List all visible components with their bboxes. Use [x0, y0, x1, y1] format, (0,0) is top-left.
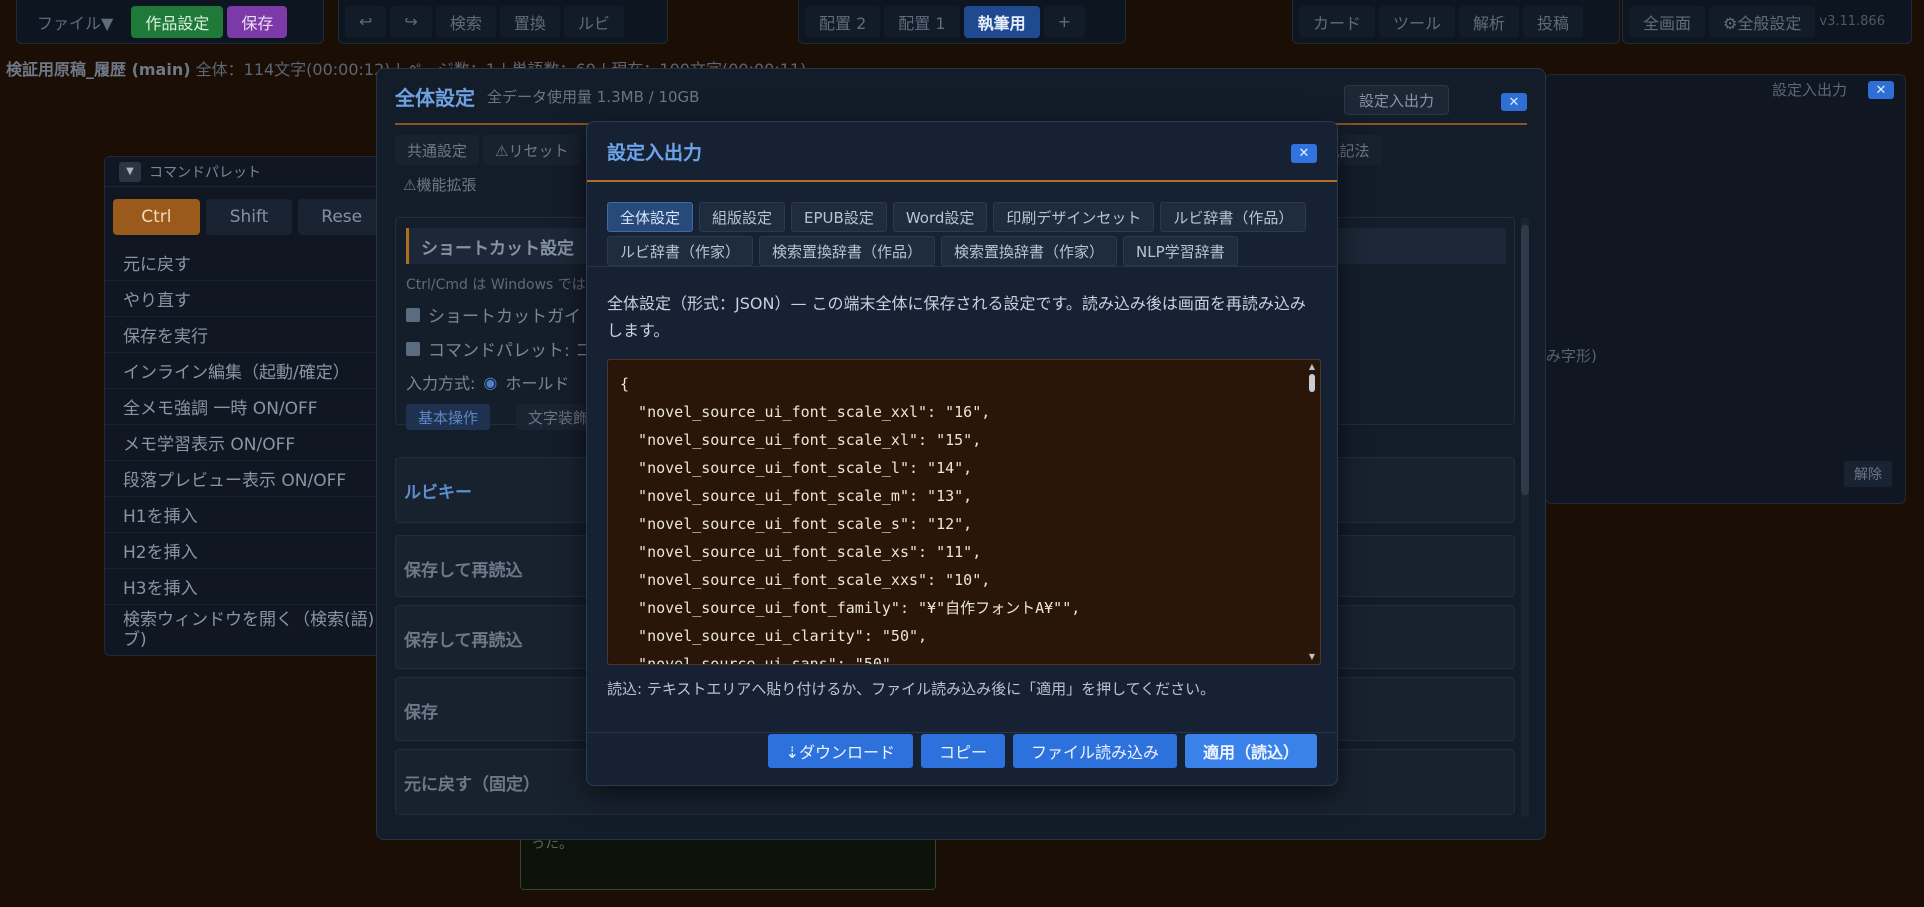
- tab-reset[interactable]: ⚠リセット: [483, 135, 581, 165]
- card-button[interactable]: カード: [1299, 5, 1376, 38]
- toolbar-global: 全画面 ⚙全般設定 v3.11.866: [1622, 0, 1912, 44]
- shortcut-note: Ctrl/Cmd は Windows では: [406, 277, 586, 293]
- tab-nlp-dict[interactable]: NLP学習辞書: [1123, 236, 1238, 266]
- undo-button[interactable]: ↩: [345, 5, 387, 38]
- add-layout-button[interactable]: +: [1043, 5, 1085, 38]
- right-background-panel: 設定入出力 ✕ み字形) 解除: [1545, 74, 1906, 504]
- settings-close-icon[interactable]: ✕: [1501, 93, 1527, 111]
- palette-item[interactable]: 検索ウィンドウを開く（検索(語)タブ): [105, 605, 393, 655]
- apply-load-button[interactable]: 適用（読込）: [1184, 734, 1317, 768]
- input-mode-row: 入力方式: ◉ ホールド: [406, 370, 569, 394]
- release-button[interactable]: 解除: [1844, 461, 1892, 487]
- replace-button[interactable]: 置換: [499, 5, 560, 38]
- basic-ops-tab[interactable]: 基本操作: [406, 404, 491, 430]
- palette-item[interactable]: H3を挿入: [105, 569, 393, 605]
- global-settings-button[interactable]: ⚙全般設定: [1709, 5, 1816, 38]
- settings-scroll-thumb[interactable]: [1521, 225, 1529, 495]
- layout-2-button[interactable]: 配置 2: [805, 5, 881, 38]
- palette-item[interactable]: H2を挿入: [105, 533, 393, 569]
- work-settings-button[interactable]: 作品設定: [131, 5, 224, 38]
- layout-1-button[interactable]: 配置 1: [884, 5, 960, 38]
- row-label: 保存して再読込: [404, 561, 523, 581]
- file-menu-button[interactable]: ファイル▼: [23, 6, 127, 38]
- scroll-up-icon[interactable]: ▲: [1307, 362, 1317, 372]
- fullscreen-button[interactable]: 全画面: [1629, 5, 1706, 38]
- post-button[interactable]: 投稿: [1523, 5, 1584, 38]
- toolbar-left: ファイル▼ 作品設定 保存: [16, 0, 324, 44]
- right-panel-snippet: み字形): [1546, 347, 1597, 365]
- palette-item[interactable]: 全メモ強調 一時 ON/OFF: [105, 389, 393, 425]
- save-button[interactable]: 保存: [227, 5, 288, 38]
- load-instructions: 読込: テキストエリアへ貼り付けるか、ファイル読み込み後に「適用」を押してくださ…: [607, 680, 1216, 698]
- checkbox-label: コマンドパレット: コ: [428, 341, 593, 361]
- divider: [587, 732, 1337, 733]
- tab-common-settings[interactable]: 共通設定: [395, 135, 480, 165]
- toolbar-layout: 配置 2 配置 1 執筆用 +: [798, 0, 1126, 44]
- palette-item[interactable]: やり直す: [105, 281, 393, 317]
- scroll-down-icon[interactable]: ▼: [1307, 652, 1317, 662]
- row-label: 保存して再読込: [404, 631, 523, 651]
- palette-item[interactable]: 保存を実行: [105, 317, 393, 353]
- tab-ruby-dict-author[interactable]: ルビ辞書（作家）: [607, 236, 754, 266]
- writing-layout-button[interactable]: 執筆用: [963, 5, 1040, 38]
- tab-replace-dict-work[interactable]: 検索置換辞書（作品）: [759, 236, 936, 266]
- row-label: 保存: [404, 703, 438, 723]
- row-label: 元に戻す（固定）: [404, 775, 540, 795]
- input-mode-label: 入力方式:: [406, 374, 476, 393]
- toolbar-right: カード ツール 解析 投稿: [1292, 0, 1620, 44]
- palette-tab-reset[interactable]: Rese: [298, 199, 386, 235]
- ruby-button[interactable]: ルビ: [563, 5, 624, 38]
- settings-title: 全体設定: [395, 85, 475, 110]
- checkbox-checked-icon: [406, 307, 420, 322]
- copy-button[interactable]: コピー: [920, 734, 1005, 768]
- version-label: v3.11.866: [1819, 14, 1885, 29]
- palette-title: コマンドパレット: [149, 164, 261, 181]
- tab-epub[interactable]: EPUB設定: [791, 202, 887, 232]
- json-textarea[interactable]: { "novel_source_ui_font_scale_xxl": "16"…: [607, 359, 1321, 665]
- search-button[interactable]: 検索: [435, 5, 496, 38]
- palette-item[interactable]: 元に戻す: [105, 245, 393, 281]
- tab-word[interactable]: Word設定: [892, 202, 988, 232]
- collapse-toggle-icon[interactable]: ▼: [119, 161, 141, 182]
- tab-ruby-dict-work[interactable]: ルビ辞書（作品）: [1160, 202, 1307, 232]
- json-scrollbar[interactable]: ▲ ▼: [1307, 362, 1317, 662]
- modal-description: 全体設定（形式：JSON）— この端末全体に保存される設定です。読み込み後は画面…: [607, 294, 1306, 340]
- data-usage: 全データ使用量 1.3MB / 10GB: [487, 87, 700, 106]
- json-text: { "novel_source_ui_font_scale_xxl": "16"…: [620, 375, 1081, 665]
- right-panel-close-icon[interactable]: ✕: [1868, 81, 1894, 99]
- checkbox-checked-icon: [406, 341, 420, 356]
- scroll-thumb[interactable]: [1309, 374, 1315, 392]
- settings-io-button[interactable]: 設定入出力: [1343, 85, 1449, 115]
- command-palette: ▼ コマンドパレット Ctrl Shift Rese 元に戻す やり直す 保存を…: [104, 156, 394, 656]
- modal-close-icon[interactable]: ✕: [1291, 144, 1317, 163]
- ruby-key-label: ルビキー: [404, 483, 472, 503]
- checkbox-label: ショートカットガイ: [428, 307, 581, 327]
- tab-print-design[interactable]: 印刷デザインセット: [993, 202, 1155, 232]
- settings-io-modal: 設定入出力 ✕ 全体設定 組版設定 EPUB設定 Word設定 印刷デザインセッ…: [586, 121, 1338, 786]
- redo-button[interactable]: ↪: [390, 5, 432, 38]
- analysis-button[interactable]: 解析: [1459, 5, 1520, 38]
- modal-title: 設定入出力: [607, 141, 703, 164]
- palette-item[interactable]: インライン編集（起動/確定）: [105, 353, 393, 389]
- palette-item[interactable]: 段落プレビュー表示 ON/OFF: [105, 461, 393, 497]
- palette-item[interactable]: メモ学習表示 ON/OFF: [105, 425, 393, 461]
- tool-button[interactable]: ツール: [1379, 5, 1456, 38]
- right-panel-io-label: 設定入出力: [1772, 81, 1848, 99]
- tab-global-settings[interactable]: 全体設定: [607, 202, 694, 232]
- palette-tab-ctrl[interactable]: Ctrl: [113, 199, 200, 235]
- file-load-button[interactable]: ファイル読み込み: [1012, 734, 1177, 768]
- radio-selected-icon[interactable]: ◉: [483, 373, 497, 392]
- palette-item[interactable]: H1を挿入: [105, 497, 393, 533]
- download-button[interactable]: ⇣ダウンロード: [767, 734, 913, 768]
- toolbar-edit: ↩ ↪ 検索 置換 ルビ: [338, 0, 668, 44]
- shortcut-guide-checkbox[interactable]: ショートカットガイ: [406, 302, 581, 327]
- tab-replace-dict-author[interactable]: 検索置換辞書（作家）: [941, 236, 1118, 266]
- document-name: 検証用原稿_履歴 (main): [6, 60, 191, 79]
- divider: [587, 266, 1337, 267]
- tab-typesetting[interactable]: 組版設定: [699, 202, 786, 232]
- command-palette-checkbox[interactable]: コマンドパレット: コ: [406, 336, 592, 361]
- palette-tab-shift[interactable]: Shift: [205, 199, 293, 235]
- input-mode-value: ホールド: [505, 374, 570, 393]
